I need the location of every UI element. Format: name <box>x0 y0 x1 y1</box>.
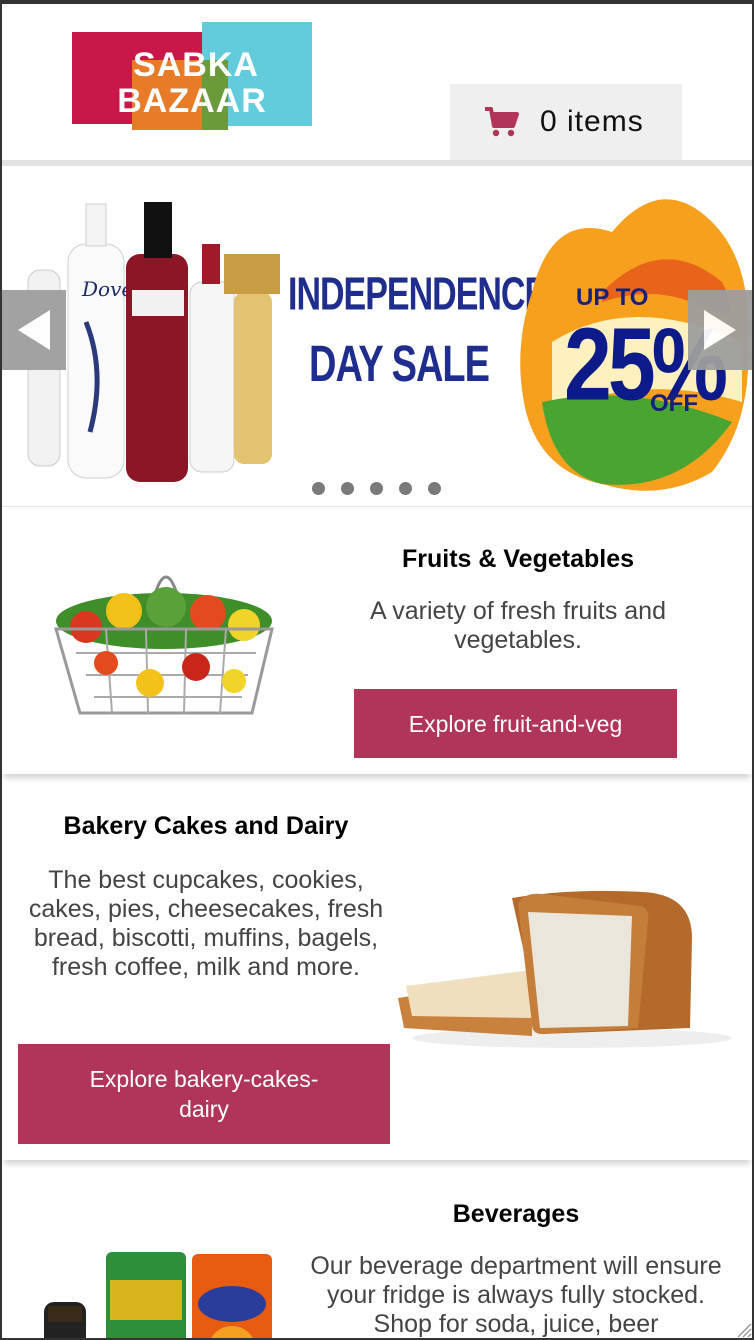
cart-count-label: 0 items <box>540 105 644 138</box>
bread-slices-image <box>398 890 732 1048</box>
carousel-dot[interactable] <box>370 482 383 495</box>
category-card-beverages: Beverages Our beverage department will e… <box>2 1168 752 1338</box>
beverages-image <box>44 1252 272 1338</box>
carousel-dots <box>312 482 441 495</box>
app-window: SABKA BAZAAR 0 items Dove INDEPENDENCE D… <box>0 0 754 1340</box>
cart-icon <box>485 107 519 137</box>
resize-grip-icon[interactable] <box>734 1320 752 1338</box>
banner-offer-suffix: OFF <box>650 390 698 417</box>
category-title: Fruits & Vegetables <box>401 545 635 573</box>
logo-text-line1: SABKA <box>133 46 259 84</box>
arrow-left-icon <box>18 310 50 350</box>
carousel-dot[interactable] <box>312 482 325 495</box>
arrow-right-icon <box>704 310 736 350</box>
svg-text:Dove: Dove <box>81 277 133 301</box>
carousel-dot[interactable] <box>341 482 354 495</box>
category-description: The best cupcakes, cookies, cakes, pies,… <box>28 866 384 981</box>
site-header: SABKA BAZAAR 0 items <box>2 4 752 166</box>
banner-carousel[interactable]: Dove INDEPENDENCE DAY SALE UP TO 25% OFF <box>2 166 752 504</box>
explore-bakery-cakes-dairy-button[interactable]: Explore bakery-cakes-dairy <box>18 1044 390 1144</box>
category-title: Beverages <box>452 1200 580 1228</box>
fruit-basket-image <box>54 575 274 715</box>
carousel-dot[interactable] <box>399 482 412 495</box>
logo-text-line2: BAZAAR <box>117 82 267 120</box>
category-description: Our beverage department will ensure your… <box>310 1252 722 1338</box>
category-title: Bakery Cakes and Dairy <box>63 812 349 840</box>
cart-button[interactable]: 0 items <box>450 84 682 160</box>
carousel-next-button[interactable] <box>688 290 752 370</box>
category-card-bakery: Bakery Cakes and Dairy The best cupcakes… <box>2 782 752 1160</box>
carousel-prev-button[interactable] <box>2 290 66 370</box>
banner-headline-line1: INDEPENDENCE <box>288 269 547 321</box>
brand-logo[interactable]: SABKA BAZAAR <box>72 22 314 134</box>
category-description: A variety of fresh fruits and vegetables… <box>370 597 666 654</box>
banner-headline-line2: DAY SALE <box>309 336 490 394</box>
explore-fruit-and-veg-button[interactable]: Explore fruit-and-veg <box>354 689 677 758</box>
category-card-fruits: Fruits & Vegetables A variety of fresh f… <box>2 506 752 774</box>
carousel-dot[interactable] <box>428 482 441 495</box>
